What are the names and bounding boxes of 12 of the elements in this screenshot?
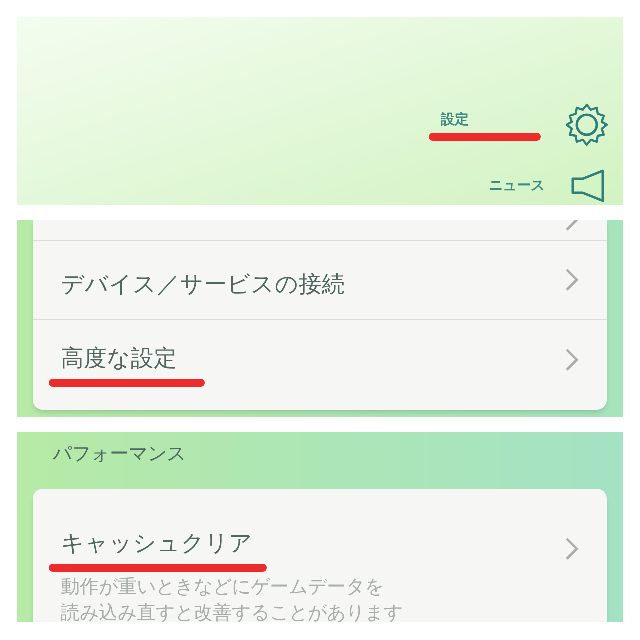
chevron-icon — [565, 537, 579, 562]
item-title: キャッシュクリア — [61, 530, 254, 559]
settings-row[interactable]: 高度な設定 — [33, 320, 607, 399]
menu-label[interactable]: ニュース — [489, 176, 545, 196]
settings-row[interactable]: デバイス／サービスの接続 — [33, 241, 607, 320]
chevron-icon — [565, 268, 579, 292]
gear-icon — [565, 103, 609, 147]
chevron-icon — [565, 348, 579, 372]
settings-card[interactable]: キャッシュクリア 動作が重いときなどにゲームデータを 読み込み直すと改善することがあります — [33, 489, 607, 622]
menu-label[interactable]: 設定 — [441, 110, 469, 130]
section-heading: パフォーマンス — [52, 442, 187, 467]
item-description: 動作が重いときなどにゲームデータを 読み込み直すと改善することがあります — [61, 574, 404, 622]
